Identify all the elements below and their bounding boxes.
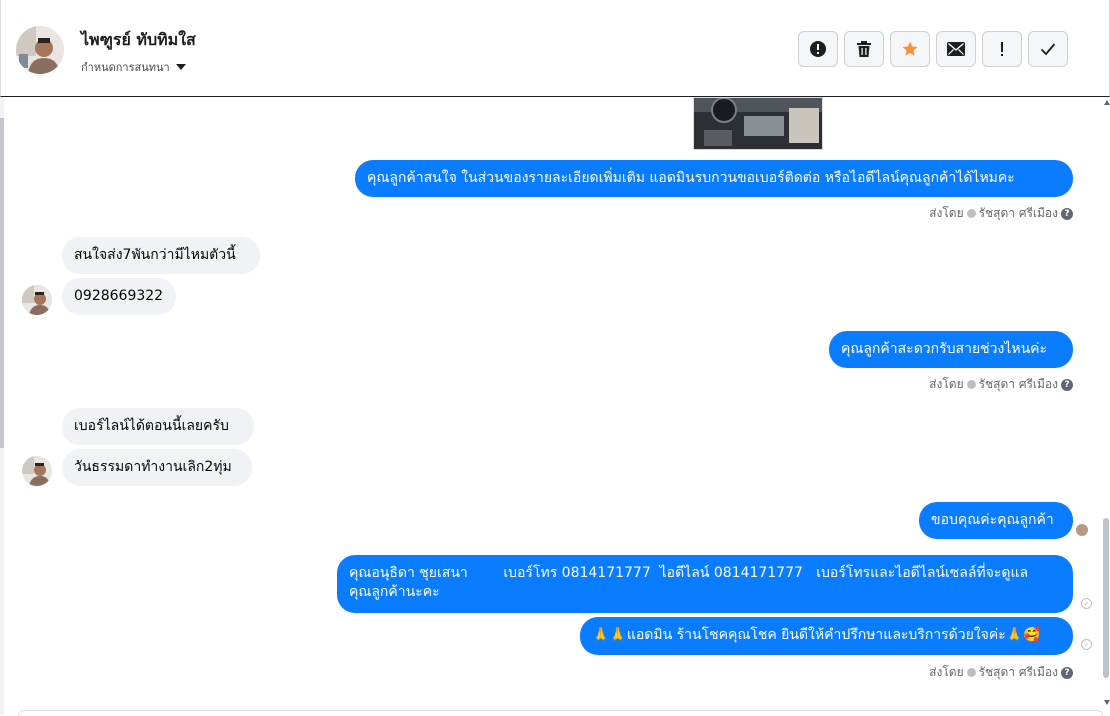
scroll-up-arrow-icon[interactable]: [1104, 100, 1110, 105]
exclamation-icon: [1001, 42, 1003, 56]
message-composer[interactable]: [18, 710, 1103, 716]
trash-icon: [857, 41, 871, 57]
sent-by-name[interactable]: รัชสุดา ศรีเมือง: [979, 375, 1058, 394]
conversation-header: ไพฑูรย์ ทับทิมใส กำหนดการสนทนา: [0, 0, 1110, 97]
message-bubble-outgoing[interactable]: คุณลูกค้าสะดวกรับสายช่วงไหนค่ะ: [829, 331, 1073, 368]
sent-by-label: ส่งโดย รัชสุดา ศรีเมือง ?: [929, 375, 1073, 394]
help-icon[interactable]: ?: [1061, 207, 1073, 220]
message-text: ขอบคุณค่ะคุณลูกค้า: [931, 512, 1054, 528]
contact-avatar[interactable]: [16, 26, 64, 74]
gear-icon: [966, 380, 976, 389]
alert-circle-icon: [810, 41, 826, 57]
message-bubble-outgoing[interactable]: คุณลูกค้าสนใจ ในส่วนของรายละเอียดเพิ่มเต…: [355, 160, 1073, 197]
message-bubble-incoming[interactable]: 0928669322: [62, 278, 176, 315]
message-text: วันธรรมดาทำงานเลิก2ทุ่ม: [74, 459, 232, 475]
sent-by-name[interactable]: รัชสุดา ศรีเมือง: [979, 204, 1058, 223]
sent-by-prefix: ส่งโดย: [929, 206, 964, 220]
scroll-down-arrow-icon[interactable]: [1104, 700, 1110, 705]
message-text: 🙏🙏แอดมิน ร้านโชคคุณโชค ยินดีให้คำปรึกษาแ…: [592, 627, 1041, 643]
shared-photo[interactable]: [693, 97, 823, 150]
message-bubble-incoming[interactable]: เบอร์ไลน์ได้ตอนนี้เลยครับ: [62, 408, 254, 445]
left-scroll-thumb[interactable]: [0, 118, 4, 448]
message-text: 0928669322: [74, 288, 164, 304]
message-text: สนใจส่ง7พันกว่ามีไหมตัวนี้: [74, 247, 236, 263]
star-button[interactable]: [890, 31, 930, 67]
message-text-line-1: คุณอนุธิดา ชุยเสนา เบอร์โทร 0814171777 ไ…: [349, 565, 1029, 581]
message-bubble-incoming[interactable]: วันธรรมดาทำงานเลิก2ทุ่ม: [62, 449, 252, 486]
delete-button[interactable]: [844, 31, 884, 67]
assign-label: กำหนดการสนทนา: [81, 61, 170, 74]
spam-button[interactable]: [798, 31, 838, 67]
message-text-line-2: คุณลูกค้านะคะ: [349, 584, 440, 600]
sent-by-prefix: ส่งโดย: [929, 377, 964, 391]
help-icon[interactable]: ?: [1061, 378, 1073, 391]
assign-conversation-dropdown[interactable]: กำหนดการสนทนา: [81, 58, 186, 76]
mark-unread-button[interactable]: [936, 31, 976, 67]
delivered-icon: ✓: [1081, 639, 1092, 650]
message-bubble-outgoing[interactable]: ขอบคุณค่ะคุณลูกค้า: [919, 502, 1073, 539]
scroll-thumb[interactable]: [1103, 518, 1109, 678]
done-button[interactable]: [1028, 31, 1068, 67]
contact-avatar-small[interactable]: [22, 456, 52, 486]
checkmark-icon: [1040, 43, 1056, 56]
message-bubble-incoming[interactable]: สนใจส่ง7พันกว่ามีไหมตัวนี้: [62, 237, 260, 274]
conversation-toolbar: [798, 31, 1068, 67]
chevron-down-icon: [175, 64, 186, 70]
contact-name[interactable]: ไพฑูรย์ ทับทิมใส: [81, 28, 196, 53]
message-text: คุณลูกค้าสนใจ ในส่วนของรายละเอียดเพิ่มเต…: [367, 170, 1015, 186]
message-text: เบอร์ไลน์ได้ตอนนี้เลยครับ: [74, 418, 229, 434]
seen-avatar: [1076, 524, 1088, 536]
delivered-icon: ✓: [1081, 598, 1092, 609]
message-bubble-outgoing[interactable]: 🙏🙏แอดมิน ร้านโชคคุณโชค ยินดีให้คำปรึกษาแ…: [580, 617, 1073, 655]
contact-avatar-small[interactable]: [22, 285, 52, 315]
gear-icon: [966, 668, 976, 677]
follow-up-button[interactable]: [982, 31, 1022, 67]
sent-by-label: ส่งโดย รัชสุดา ศรีเมือง ?: [929, 204, 1073, 223]
sent-by-prefix: ส่งโดย: [929, 665, 964, 679]
sent-by-label: ส่งโดย รัชสุดา ศรีเมือง ?: [929, 663, 1073, 682]
sent-by-name[interactable]: รัชสุดา ศรีเมือง: [979, 663, 1058, 682]
star-icon: [902, 41, 918, 56]
message-bubble-outgoing[interactable]: คุณอนุธิดา ชุยเสนา เบอร์โทร 0814171777 ไ…: [337, 555, 1073, 613]
envelope-icon: [947, 42, 965, 56]
help-icon[interactable]: ?: [1061, 666, 1073, 679]
gear-icon: [966, 209, 976, 218]
message-text: คุณลูกค้าสะดวกรับสายช่วงไหนค่ะ: [841, 341, 1048, 357]
